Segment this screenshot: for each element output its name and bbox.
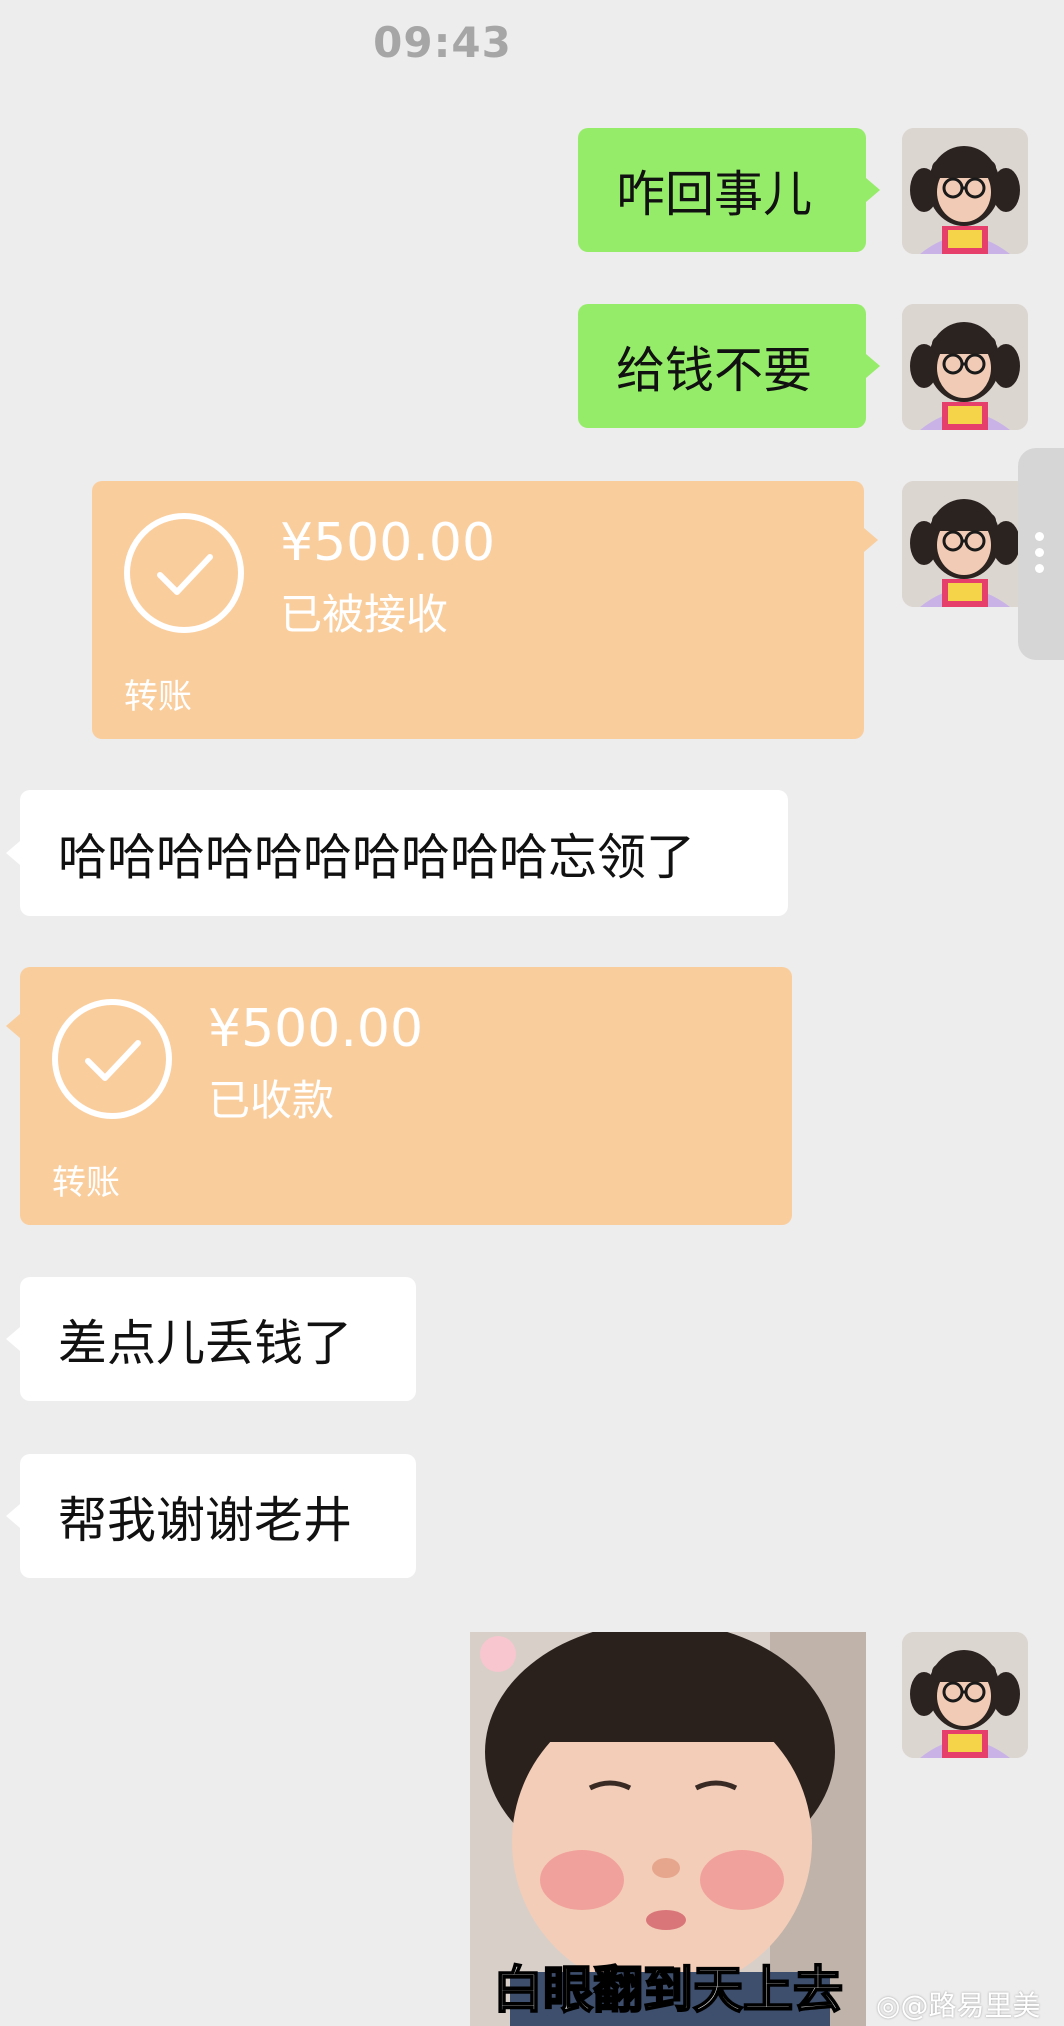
watermark-text: @路易里美 [900, 1989, 1041, 2022]
check-circle-icon [52, 999, 172, 1119]
transfer-amount: ¥500.00 [280, 513, 496, 573]
message-text: 给钱不要 [616, 341, 813, 399]
avatar[interactable] [902, 1632, 1028, 1758]
message-text: 帮我谢谢老井 [58, 1491, 353, 1549]
sticker-image[interactable]: 白眼翻到天上去 [470, 1632, 866, 2026]
transfer-card[interactable]: ¥500.00 已收款 转账 [6, 967, 792, 1225]
transfer-amount: ¥500.00 [208, 999, 424, 1059]
side-panel-handle[interactable] [1018, 448, 1064, 660]
received-message-bubble[interactable]: 帮我谢谢老井 [6, 1454, 416, 1578]
avatar[interactable] [902, 304, 1028, 430]
message-text: 差点儿丢钱了 [58, 1314, 353, 1372]
message-text: 哈哈哈哈哈哈哈哈哈哈忘领了 [58, 828, 696, 886]
received-message-bubble[interactable]: 哈哈哈哈哈哈哈哈哈哈忘领了 [6, 790, 788, 916]
message-text: 咋回事儿 [616, 165, 813, 223]
received-message-bubble[interactable]: 差点儿丢钱了 [6, 1277, 416, 1401]
avatar[interactable] [902, 128, 1028, 254]
transfer-label: 转账 [124, 677, 192, 717]
weibo-logo: ◎ [876, 1989, 901, 2022]
transfer-status: 已收款 [208, 1076, 335, 1125]
sent-message-bubble[interactable]: 咋回事儿 [578, 128, 880, 252]
check-circle-icon [124, 513, 244, 633]
message-timestamp: 09:43 [373, 18, 512, 67]
watermark: ◎@路易里美 [876, 1984, 1040, 2024]
transfer-card[interactable]: ¥500.00 已被接收 转账 [92, 481, 878, 739]
sticker-caption: 白眼翻到天上去 [492, 1960, 844, 2020]
avatar[interactable] [902, 481, 1028, 607]
transfer-label: 转账 [52, 1163, 120, 1203]
sent-message-bubble[interactable]: 给钱不要 [578, 304, 880, 428]
transfer-status: 已被接收 [280, 590, 449, 639]
